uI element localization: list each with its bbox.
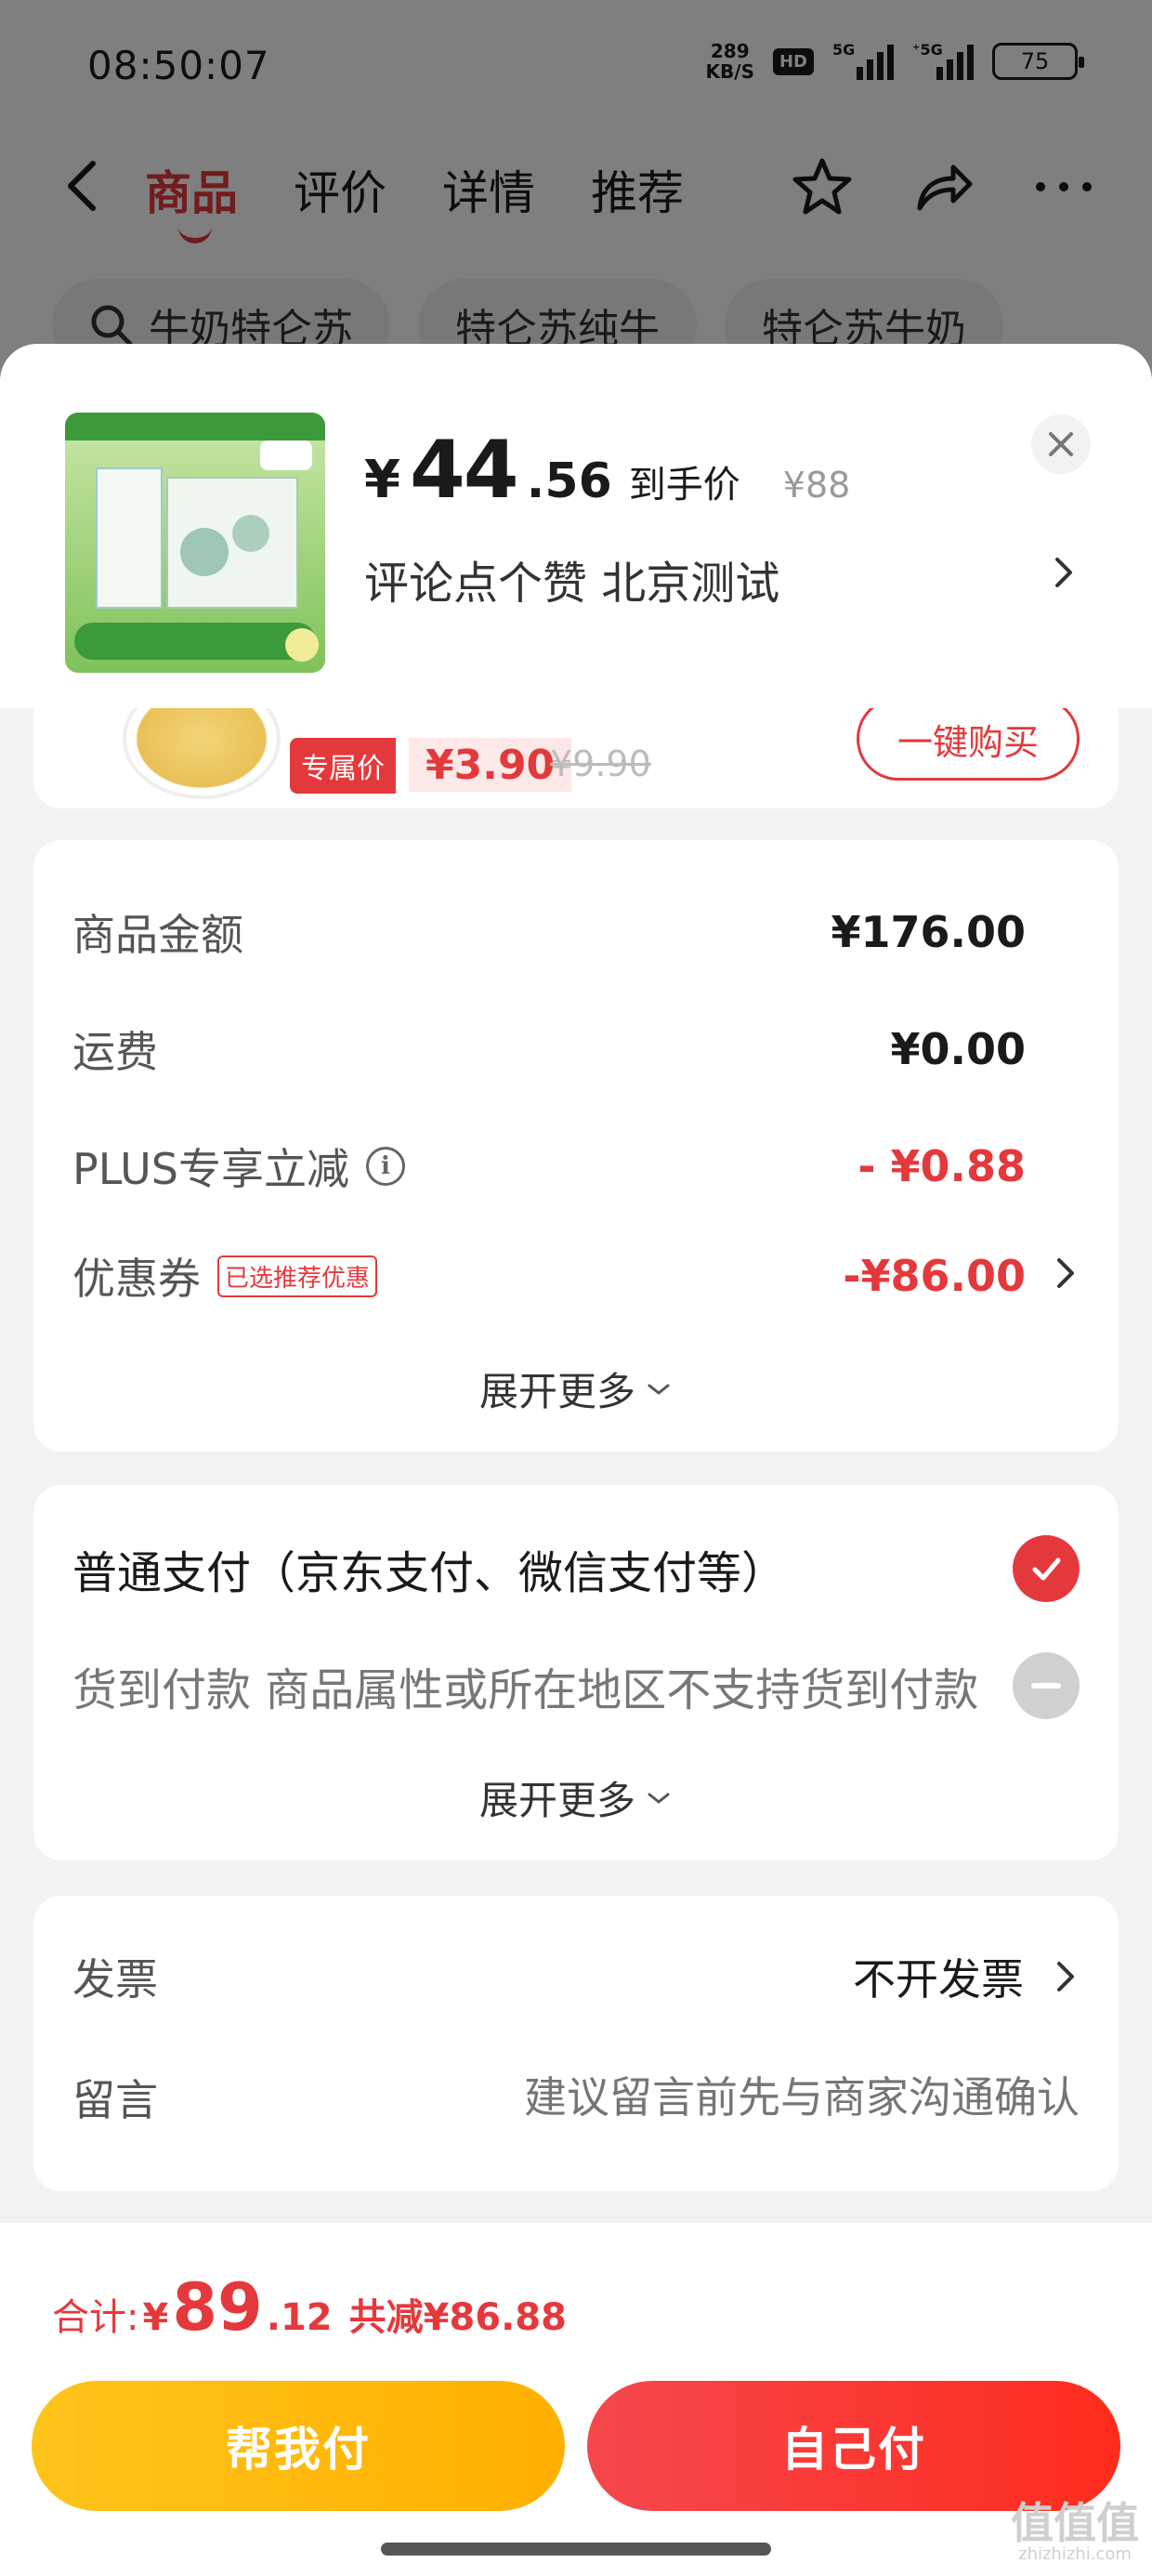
chevron-right-icon: [1057, 1962, 1074, 1991]
dim-overlay[interactable]: [0, 0, 1152, 390]
shipping-row: 运费 ¥0.00: [72, 1019, 1026, 1080]
bottom-bar: 合计: ¥ 89 .12 共减¥86.88 帮我付 自己付 值值值 zhizhi…: [0, 2223, 1152, 2576]
total-label: 合计:: [52, 2296, 139, 2339]
close-button[interactable]: [1031, 414, 1091, 474]
message-input[interactable]: [429, 2072, 1080, 2123]
invoice-value-wrap: 不开发票: [853, 1946, 1080, 2007]
coupon-discount-value: -¥86.00: [843, 1251, 1026, 1301]
help-pay-button[interactable]: 帮我付: [32, 2381, 565, 2511]
total-amount: 合计: ¥ 89 .12 共减¥86.88: [52, 2269, 567, 2346]
chevron-down-icon: [648, 1384, 670, 1395]
goods-amount-value: ¥176.00: [831, 907, 1026, 957]
recommend-original-price: ¥9.90: [550, 743, 651, 784]
total-saved: 共减¥86.88: [348, 2296, 567, 2339]
watermark-sub: zhizhizhi.com: [1018, 2544, 1132, 2564]
total-currency: ¥: [142, 2296, 169, 2339]
recommended-coupon-badge: 已选推荐优惠: [217, 1255, 378, 1297]
cod-payment-row: 货到付款 商品属性或所在地区不支持货到付款: [72, 1652, 1080, 1719]
amount-summary-card: 商品金额 ¥176.00 运费 ¥0.00 PLUS专享立减 i - ¥0.88…: [33, 840, 1119, 1452]
exclusive-price-tag: 专属价: [290, 738, 396, 794]
home-indicator[interactable]: [381, 2543, 771, 2556]
disabled-radio-icon: [1013, 1652, 1080, 1719]
coupon-label: 优惠券 已选推荐优惠: [72, 1245, 378, 1307]
original-price: ¥88: [782, 465, 851, 506]
product-header: ¥ 44 .56 到手价 ¥88 评论点个赞 北京测试: [0, 344, 1152, 708]
coupon-label-text: 优惠券: [72, 1254, 201, 1304]
invoice-value: 不开发票: [853, 1954, 1024, 2004]
plus-discount-label: PLUS专享立减 i: [72, 1136, 405, 1197]
invoice-label: 发票: [72, 1954, 158, 2004]
goods-amount-label: 商品金额: [72, 910, 243, 960]
total-integer: 89: [172, 2269, 263, 2346]
one-click-buy-button[interactable]: 一键购买: [857, 697, 1080, 781]
message-row: 留言: [72, 2067, 1080, 2128]
normal-payment-label: 普通支付（京东支付、微信支付等）: [72, 1547, 787, 1599]
info-icon[interactable]: i: [365, 1147, 405, 1186]
goods-amount-row: 商品金额 ¥176.00: [72, 901, 1026, 963]
payment-method-card: 普通支付（京东支付、微信支付等） 货到付款 商品属性或所在地区不支持货到付款 展…: [33, 1485, 1119, 1860]
chevron-right-icon[interactable]: [1048, 1255, 1081, 1292]
shipping-value: ¥0.00: [890, 1024, 1026, 1074]
price-currency: ¥: [364, 450, 400, 510]
price-decimal: .56: [526, 453, 612, 509]
price-integer: 44: [409, 424, 519, 517]
plus-discount-text: PLUS专享立减: [72, 1144, 349, 1194]
recommend-price: ¥3.90: [409, 738, 572, 792]
invoice-row[interactable]: 发票 不开发票: [72, 1946, 1080, 2007]
watermark-text: 值值值: [1011, 2498, 1139, 2548]
watermark: 值值值 zhizhizhi.com: [1011, 2502, 1139, 2565]
expand-more-label: 展开更多: [478, 1369, 635, 1414]
self-pay-button[interactable]: 自己付: [587, 2381, 1120, 2511]
invoice-card: 发票 不开发票 留言: [33, 1896, 1119, 2191]
price-tag: 到手价: [628, 464, 740, 506]
product-description[interactable]: 评论点个赞 北京测试: [364, 546, 779, 611]
message-label: 留言: [72, 2075, 158, 2125]
total-decimal: .12: [266, 2296, 333, 2339]
product-price: ¥ 44 .56 到手价 ¥88: [364, 424, 850, 517]
plus-discount-value: - ¥0.88: [857, 1141, 1026, 1191]
close-icon: [1049, 432, 1073, 456]
chevron-right-icon[interactable]: [1044, 554, 1081, 591]
shipping-label: 运费: [72, 1027, 158, 1077]
product-image: [65, 413, 325, 673]
checked-radio-icon[interactable]: [1013, 1535, 1080, 1602]
expand-more-label: 展开更多: [478, 1778, 635, 1823]
cod-payment-label: 货到付款 商品属性或所在地区不支持货到付款: [72, 1664, 979, 1716]
chevron-down-icon: [648, 1793, 670, 1804]
expand-more-button[interactable]: 展开更多: [33, 1769, 1119, 1826]
expand-more-button[interactable]: 展开更多: [33, 1360, 1119, 1417]
normal-payment-row[interactable]: 普通支付（京东支付、微信支付等）: [72, 1535, 1080, 1602]
plus-discount-row: PLUS专享立减 i - ¥0.88: [72, 1136, 1026, 1197]
coupon-row[interactable]: 优惠券 已选推荐优惠 -¥86.00: [72, 1245, 1026, 1307]
